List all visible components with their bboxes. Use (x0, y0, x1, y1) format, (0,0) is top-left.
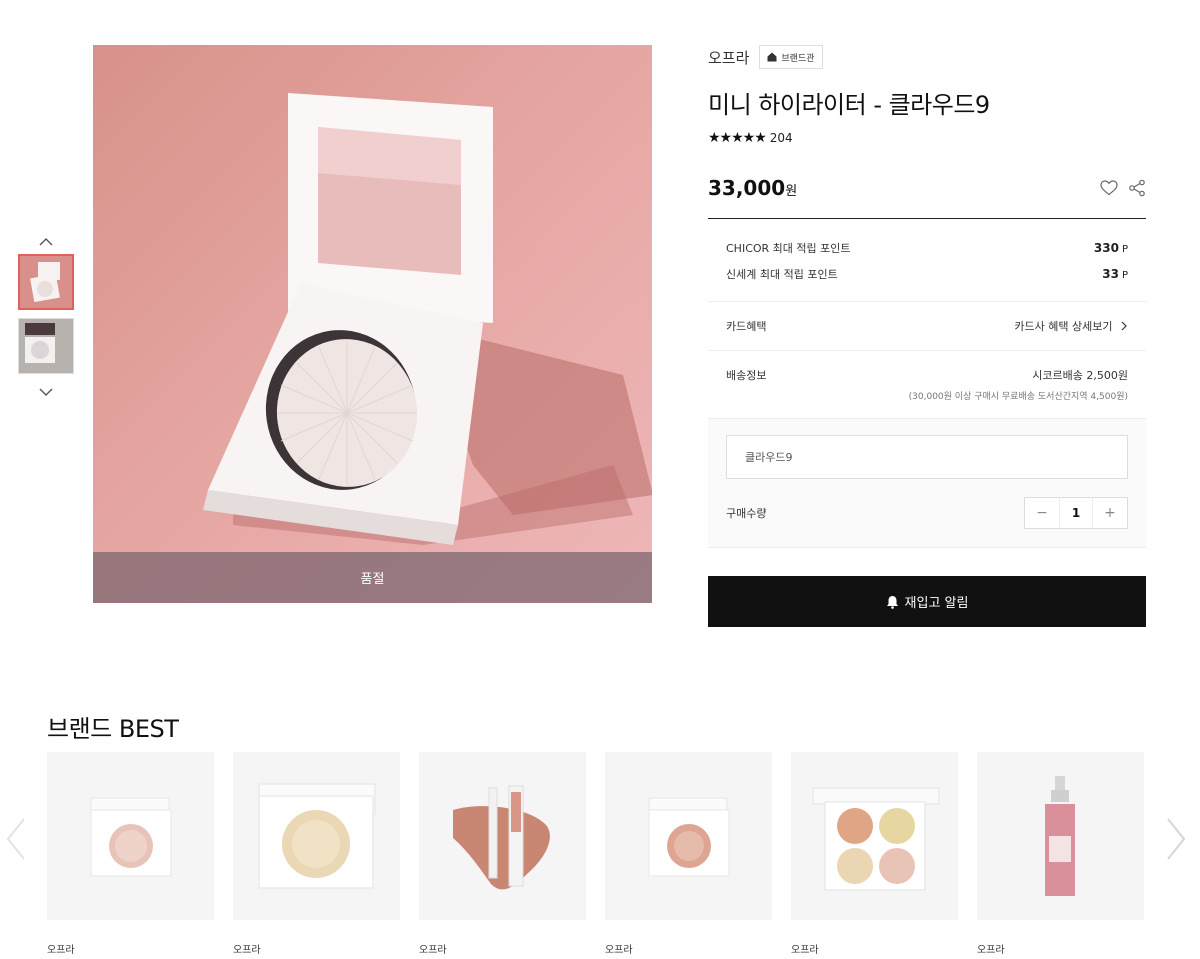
rating-stars: ★★★★★ (708, 130, 767, 146)
quantity-stepper: − 1 + (1024, 497, 1128, 529)
best-product-card[interactable]: 오프라 (605, 752, 772, 956)
best-product-brand: 오프라 (233, 945, 261, 956)
quantity-value[interactable]: 1 (1059, 498, 1093, 528)
best-product-image[interactable] (233, 752, 400, 920)
best-product-image[interactable] (977, 752, 1144, 920)
points-row: 신세계 최대 적립 포인트 33 P (726, 261, 1128, 287)
share-icon[interactable] (1128, 179, 1146, 197)
brand-best-title: 브랜드 BEST (47, 715, 179, 743)
soldout-overlay: 품절 (93, 552, 652, 603)
price-row: 33,000원 (708, 173, 1146, 203)
points-section: CHICOR 최대 적립 포인트 330 P 신세계 최대 적립 포인트 33 P (708, 219, 1146, 302)
shipping-row: 배송정보 시코르배송 2,500원 (30,000원 이상 구매시 무료배송 도… (708, 351, 1146, 419)
shipping-info: 시코르배송 2,500원 (30,000원 이상 구매시 무료배송 도서산간지역… (909, 367, 1128, 402)
chevron-right-icon[interactable] (1164, 815, 1188, 863)
heart-icon[interactable] (1100, 180, 1118, 196)
brand-shop-label: 브랜드관 (781, 53, 815, 64)
best-product-card[interactable]: 오프라 (47, 752, 214, 956)
chevron-down-icon[interactable] (16, 382, 76, 402)
review-count: 204 (769, 131, 793, 145)
best-product-card[interactable]: 오프라 (419, 752, 586, 956)
points-label: 신세계 최대 적립 포인트 (726, 268, 838, 281)
quantity-minus-button[interactable]: − (1025, 498, 1059, 528)
best-product-image[interactable] (419, 752, 586, 920)
quantity-plus-button[interactable]: + (1093, 498, 1127, 528)
best-product-brand: 오프라 (419, 945, 447, 956)
best-product-brand: 오프라 (791, 945, 819, 956)
restock-alert-label: 재입고 알림 (904, 596, 969, 611)
bell-icon (886, 595, 898, 609)
points-label: CHICOR 최대 적립 포인트 (726, 242, 851, 255)
points-row: CHICOR 최대 적립 포인트 330 P (726, 235, 1128, 261)
product-info: 오프라 브랜드관 미니 하이라이터 - 클라우드9 ★★★★★ 204 33,0… (708, 45, 1146, 627)
points-value: 33 P (1102, 267, 1128, 281)
restock-alert-button[interactable]: 재입고 알림 (708, 576, 1146, 627)
thumbnail-list (16, 232, 76, 402)
best-product-brand: 오프라 (977, 945, 1005, 956)
chevron-up-icon[interactable] (16, 232, 76, 252)
price-value: 33,000 (708, 176, 786, 200)
card-benefit-row: 카드혜택 카드사 혜택 상세보기 (708, 302, 1146, 351)
thumbnail-2[interactable] (18, 318, 74, 374)
shipping-label: 배송정보 (726, 369, 767, 382)
best-product-card[interactable]: 오프라 (977, 752, 1144, 956)
option-select[interactable]: 클라우드9 (726, 435, 1128, 479)
best-product-image[interactable] (605, 752, 772, 920)
product-title: 미니 하이라이터 - 클라우드9 (708, 91, 990, 119)
best-product-image[interactable] (791, 752, 958, 920)
chevron-right-icon (1121, 321, 1127, 331)
best-product-card[interactable]: 오프라 (791, 752, 958, 956)
price-actions (1100, 179, 1146, 197)
shipping-value: 시코르배송 2,500원 (1032, 369, 1128, 382)
rating[interactable]: ★★★★★ 204 (708, 130, 1146, 146)
thumbnail-1[interactable] (18, 254, 74, 310)
best-product-image[interactable] (47, 752, 214, 920)
main-product-image: 품절 (93, 45, 652, 603)
chevron-left-icon[interactable] (4, 815, 28, 863)
best-product-brand: 오프라 (47, 945, 75, 956)
brand-name[interactable]: 오프라 (708, 47, 749, 68)
brand-best-list: 오프라 오프라 오프라 오프라 오프라 오프라 (47, 752, 1146, 956)
brand-shop-button[interactable]: 브랜드관 (759, 45, 823, 69)
quantity-row: 구매수량 − 1 + (726, 497, 1128, 529)
product-price: 33,000원 (708, 176, 797, 200)
card-benefit-label: 카드혜택 (726, 320, 767, 333)
quantity-label: 구매수량 (726, 507, 767, 520)
home-icon (767, 52, 777, 62)
brand-row: 오프라 브랜드관 (708, 45, 1146, 69)
points-value: 330 P (1093, 241, 1128, 255)
card-benefit-link[interactable]: 카드사 혜택 상세보기 (1014, 318, 1128, 334)
option-area: 클라우드9 구매수량 − 1 + (708, 419, 1146, 548)
best-product-brand: 오프라 (605, 945, 633, 956)
best-product-card[interactable]: 오프라 (233, 752, 400, 956)
shipping-note: (30,000원 이상 구매시 무료배송 도서산간지역 4,500원) (908, 392, 1128, 402)
price-currency: 원 (785, 184, 798, 199)
